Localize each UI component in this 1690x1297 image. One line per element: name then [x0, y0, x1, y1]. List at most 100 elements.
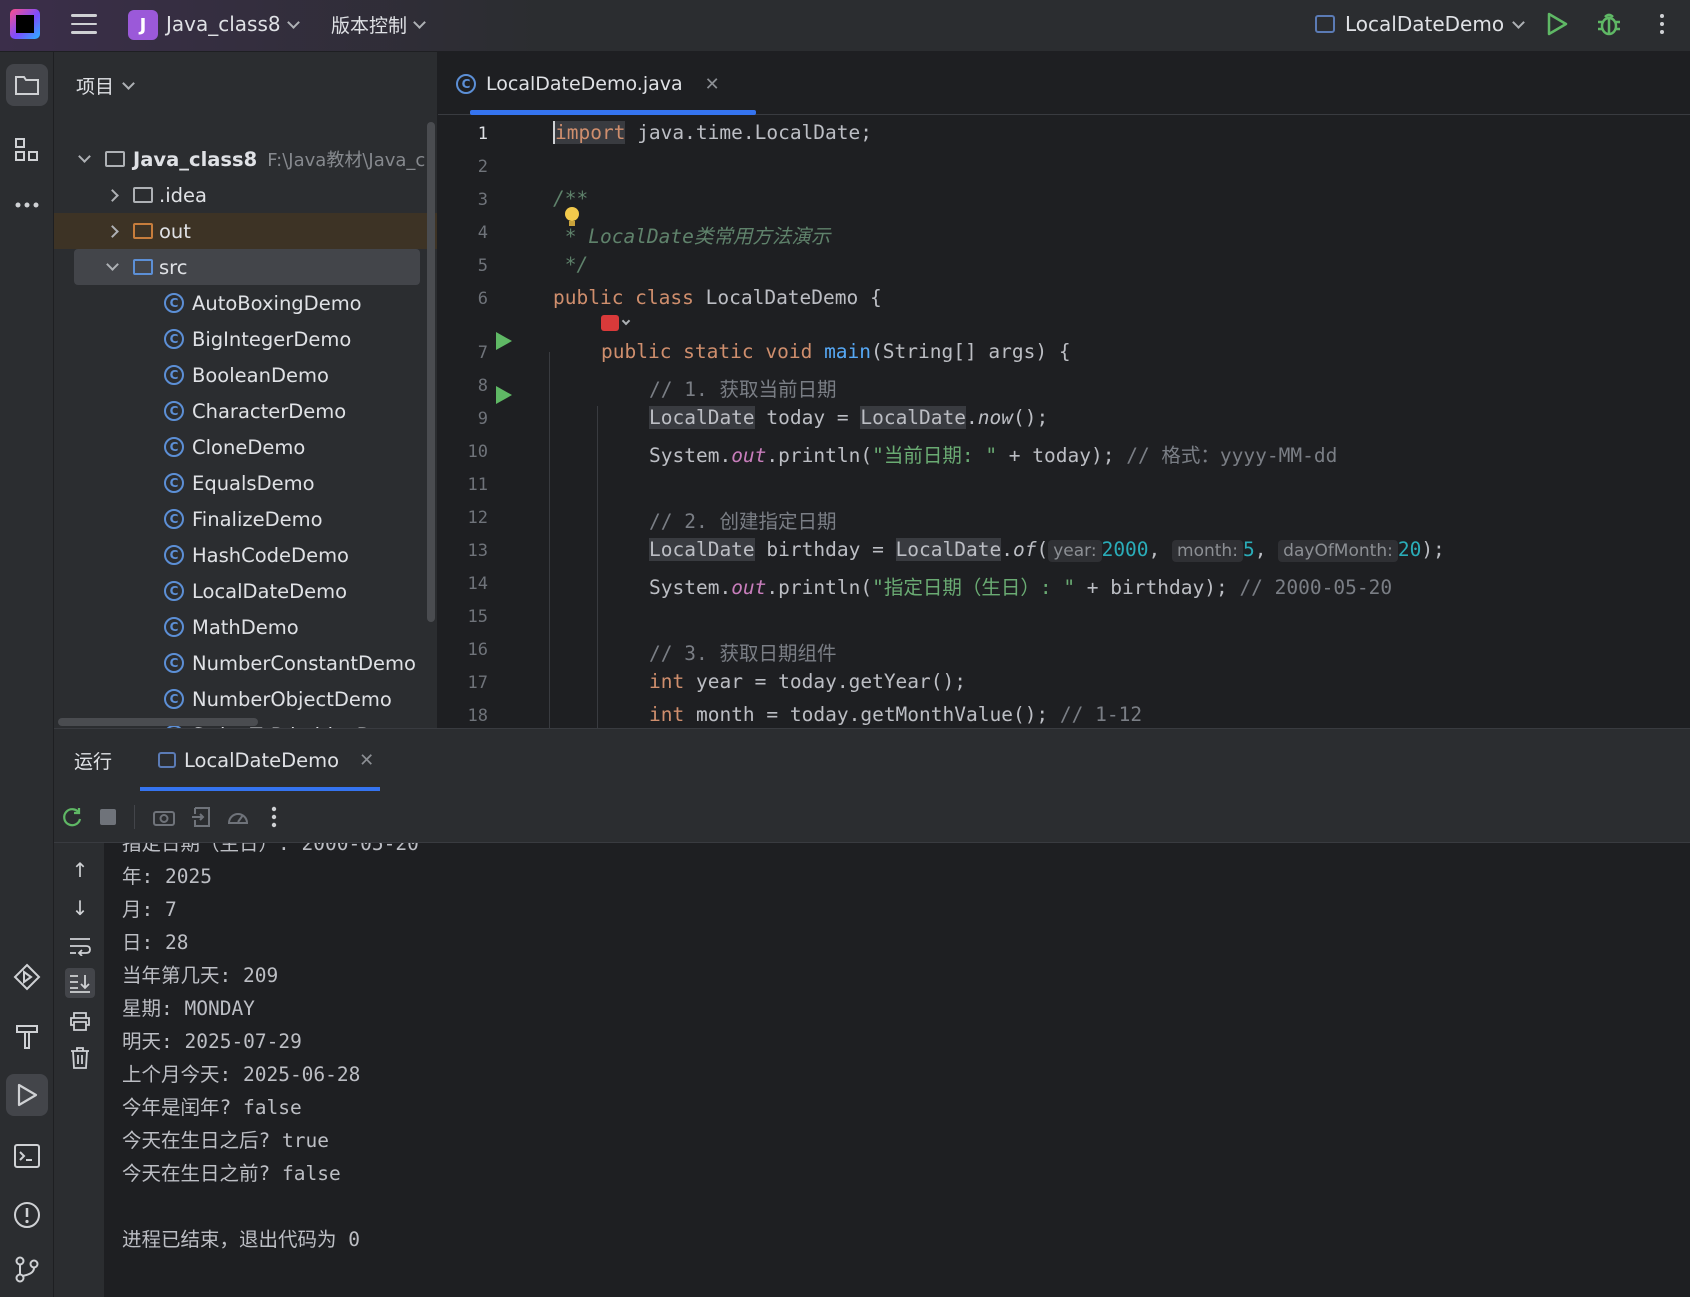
run-config-selector[interactable]: LocalDateDemo: [1315, 0, 1525, 48]
class-name: BooleanDemo: [192, 363, 329, 387]
expand-arrow-icon[interactable]: [106, 258, 119, 271]
line-number: 9: [477, 409, 488, 429]
class-icon: C: [164, 329, 184, 349]
debug-button[interactable]: [1595, 0, 1623, 48]
code-line-1[interactable]: import java.time.LocalDate;: [553, 121, 872, 144]
project-tool-icon[interactable]: [6, 64, 48, 106]
run-panel-title: 运行: [74, 751, 113, 773]
run-class-gutter-icon[interactable]: [496, 332, 512, 350]
profiler-icon[interactable]: [226, 805, 250, 829]
git-tool-icon[interactable]: [6, 1248, 48, 1290]
structure-tool-icon[interactable]: [6, 129, 48, 171]
source-folder-icon: [133, 259, 153, 275]
clear-trash-icon[interactable]: [65, 1043, 95, 1073]
editor-tab-localdatedemo[interactable]: C LocalDateDemo.java ✕: [456, 66, 720, 102]
class-icon: C: [164, 365, 184, 385]
problems-tool-icon[interactable]: [6, 1194, 48, 1236]
soft-wrap-icon[interactable]: [65, 931, 95, 961]
code-line-17[interactable]: int year = today.getYear();: [649, 670, 966, 693]
code-line-6[interactable]: public class LocalDateDemo {: [553, 286, 882, 309]
terminal-tool-icon[interactable]: [6, 1135, 48, 1177]
code-line-16[interactable]: // 3. 获取日期组件: [649, 637, 836, 666]
translate-plugin-icon[interactable]: [601, 315, 631, 331]
folder-name: out: [159, 219, 191, 243]
camera-icon[interactable]: [152, 805, 176, 829]
console-output[interactable]: 指定日期（生日）: 2000-05-20 年: 2025 月: 7 日: 28 当年第几…: [122, 843, 1662, 1297]
class-icon: C: [164, 689, 184, 709]
run-tab-localdatedemo[interactable]: LocalDateDemo ✕: [158, 743, 374, 777]
project-badge[interactable]: J: [128, 10, 158, 40]
tree-item-class[interactable]: C AutoBoxingDemo: [54, 285, 437, 321]
tree-item-class[interactable]: C LocalDateDemo: [54, 573, 437, 609]
more-options-icon[interactable]: [1652, 0, 1672, 48]
run-tool-icon[interactable]: [6, 1074, 48, 1116]
tree-item-class[interactable]: C MathDemo: [54, 609, 437, 645]
expand-arrow-icon[interactable]: [106, 224, 119, 238]
scroll-up-icon[interactable]: ↑: [65, 855, 95, 885]
code-line-3[interactable]: /**: [553, 187, 588, 210]
run-button[interactable]: [1545, 0, 1569, 48]
horizontal-scrollbar[interactable]: [58, 718, 258, 726]
vertical-scrollbar[interactable]: [427, 122, 435, 622]
tree-item-class[interactable]: C NumberObjectDemo: [54, 681, 437, 717]
run-tab-label: LocalDateDemo: [184, 748, 340, 772]
console-line: 今天在生日之前? false: [122, 1162, 341, 1185]
tree-root-item[interactable]: Java_class8 F:\Java教材\Java_c: [54, 141, 437, 177]
class-name: HashCodeDemo: [192, 543, 349, 567]
class-name: EqualsDemo: [192, 471, 315, 495]
restore-layout-icon[interactable]: [190, 805, 214, 829]
expand-arrow-icon[interactable]: [78, 150, 91, 163]
intellij-logo-icon[interactable]: [10, 9, 40, 39]
stop-icon[interactable]: [96, 805, 120, 829]
vcs-menu[interactable]: 版本控制: [331, 0, 426, 48]
project-panel-title: 项目: [76, 76, 115, 98]
main-menu-icon[interactable]: [70, 0, 98, 48]
build-hammer-icon[interactable]: [6, 1015, 48, 1057]
line-number: 3: [477, 190, 488, 210]
tree-item-class[interactable]: C NumberConstantDemo: [54, 645, 437, 681]
line-number: 2: [477, 157, 488, 177]
tree-item-out[interactable]: out: [54, 213, 437, 249]
tree-item-class[interactable]: C EqualsDemo: [54, 465, 437, 501]
console-line: 上个月今天: 2025-06-28: [122, 1063, 361, 1086]
rerun-icon[interactable]: [60, 805, 84, 829]
services-tool-icon[interactable]: [6, 956, 48, 998]
close-run-tab-icon[interactable]: ✕: [359, 750, 374, 771]
tree-item-class[interactable]: C BigIntegerDemo: [54, 321, 437, 357]
expand-arrow-icon[interactable]: [106, 188, 119, 202]
module-folder-icon: [105, 151, 125, 167]
tree-item-src[interactable]: src: [74, 249, 420, 285]
run-toolbar: [54, 791, 1690, 843]
editor-tab-bar: C LocalDateDemo.java ✕: [438, 52, 1690, 115]
tree-item-class[interactable]: C CharacterDemo: [54, 393, 437, 429]
tree-item-class[interactable]: C CloneDemo: [54, 429, 437, 465]
code-line-7[interactable]: public static void main(String[] args) {: [601, 340, 1071, 363]
code-line-8[interactable]: // 1. 获取当前日期: [649, 373, 836, 402]
code-line-4[interactable]: * LocalDate类常用方法演示: [553, 220, 831, 249]
tree-item-class[interactable]: C FinalizeDemo: [54, 501, 437, 537]
code-line-9[interactable]: LocalDate today = LocalDate.now();: [649, 406, 1048, 429]
tab-label: LocalDateDemo.java: [486, 73, 683, 95]
code-line-13[interactable]: LocalDate birthday = LocalDate.of(year: 2…: [649, 538, 1445, 562]
class-icon: C: [164, 473, 184, 493]
print-icon[interactable]: [65, 1006, 95, 1036]
close-tab-icon[interactable]: ✕: [705, 74, 720, 95]
scroll-down-icon[interactable]: ↓: [65, 893, 95, 923]
code-line-5[interactable]: */: [553, 253, 589, 276]
project-panel-header[interactable]: 项目: [76, 72, 135, 99]
scroll-to-end-icon[interactable]: [65, 968, 95, 998]
project-selector[interactable]: Java_class8: [166, 0, 300, 48]
tree-item-class[interactable]: C BooleanDemo: [54, 357, 437, 393]
code-line-10[interactable]: System.out.println("当前日期: " + today); //…: [649, 439, 1337, 468]
code-line-12[interactable]: // 2. 创建指定日期: [649, 505, 836, 534]
code-line-14[interactable]: System.out.println("指定日期（生日）: " + birthd…: [649, 571, 1392, 600]
tree-item-idea[interactable]: .idea: [54, 177, 437, 213]
more-tools-icon[interactable]: [6, 184, 48, 226]
code-line-18[interactable]: int month = today.getMonthValue(); // 1-…: [649, 703, 1142, 726]
class-name: NumberConstantDemo: [192, 651, 416, 675]
tree-item-class[interactable]: C HashCodeDemo: [54, 537, 437, 573]
console-line: 今年是闰年? false: [122, 1096, 302, 1119]
run-main-gutter-icon[interactable]: [496, 386, 512, 404]
line-number: 17: [467, 673, 488, 693]
more-run-options-icon[interactable]: [262, 805, 286, 829]
